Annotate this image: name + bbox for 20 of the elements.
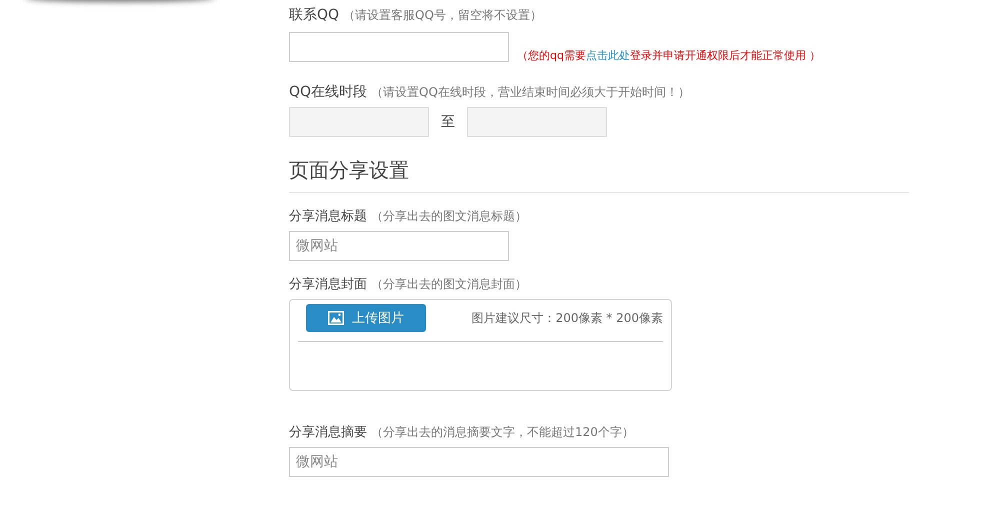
image-icon	[328, 311, 344, 325]
field-hint: （请设置客服QQ号，留空将不设置）	[343, 7, 542, 24]
qq-input-field[interactable]	[289, 32, 509, 62]
permission-note: （您的qq需要点击此处登录并申请开通权限后才能正常使用 ）	[517, 48, 820, 63]
field-hint: （分享出去的图文消息标题）	[371, 208, 527, 225]
section-title: 页面分享设置	[289, 157, 410, 184]
field-label: QQ在线时段	[289, 83, 368, 101]
field-label: 联系QQ	[289, 6, 340, 24]
field-label: 分享消息封面	[289, 276, 367, 293]
field-hint: （分享出去的图文消息封面）	[371, 276, 527, 293]
field-label: 分享消息摘要	[289, 424, 367, 441]
click-here-link[interactable]: 点击此处	[586, 49, 630, 62]
upload-button[interactable]: 上传图片	[306, 304, 426, 332]
range-separator: 至	[441, 113, 455, 131]
share-summary-field[interactable]: 微网站	[289, 447, 669, 477]
size-hint: 图片建议尺寸：200像素 * 200像素	[472, 310, 663, 326]
field-hint: （分享出去的消息摘要文字，不能超过120个字）	[371, 424, 634, 441]
share-title-field[interactable]: 微网站	[289, 231, 509, 261]
field-hint: （请设置QQ在线时段，营业结束时间必须大于开始时间！）	[371, 84, 690, 101]
field-label: 分享消息标题	[289, 208, 367, 225]
